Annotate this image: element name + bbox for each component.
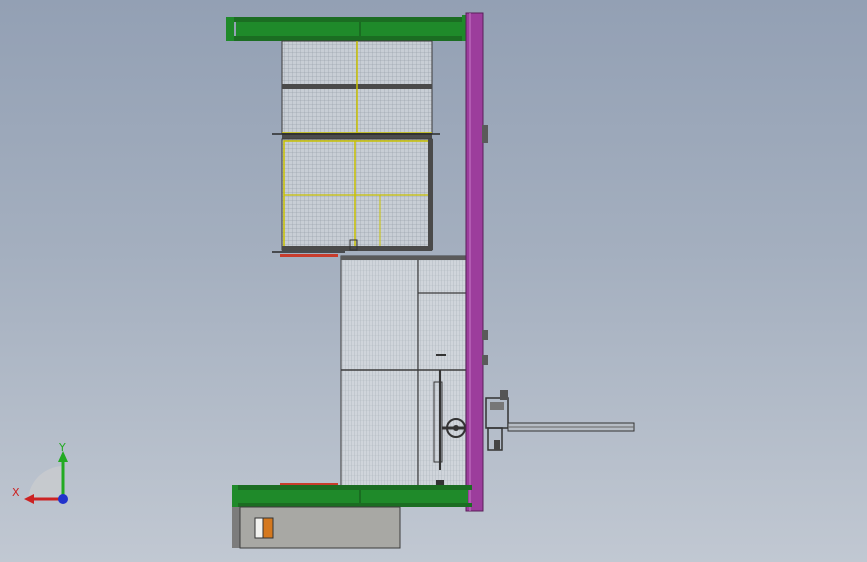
red-accent-upper — [280, 254, 338, 257]
top-beam — [226, 15, 472, 41]
lower-mesh-block — [340, 255, 467, 487]
x-axis-label: X — [12, 486, 20, 499]
control-cabinet — [232, 506, 401, 549]
horizontal-arm — [485, 390, 635, 451]
y-axis-label: Y — [58, 441, 66, 454]
purple-column — [465, 12, 488, 512]
middle-mesh-panel — [272, 138, 433, 253]
machine-model-side-view[interactable] — [0, 0, 867, 562]
axis-triad: Y X — [12, 441, 68, 504]
upper-mesh-panel — [272, 40, 440, 139]
z-axis-marker — [58, 494, 68, 504]
bottom-beam — [232, 485, 472, 507]
cad-viewport[interactable]: Y X — [0, 0, 867, 562]
